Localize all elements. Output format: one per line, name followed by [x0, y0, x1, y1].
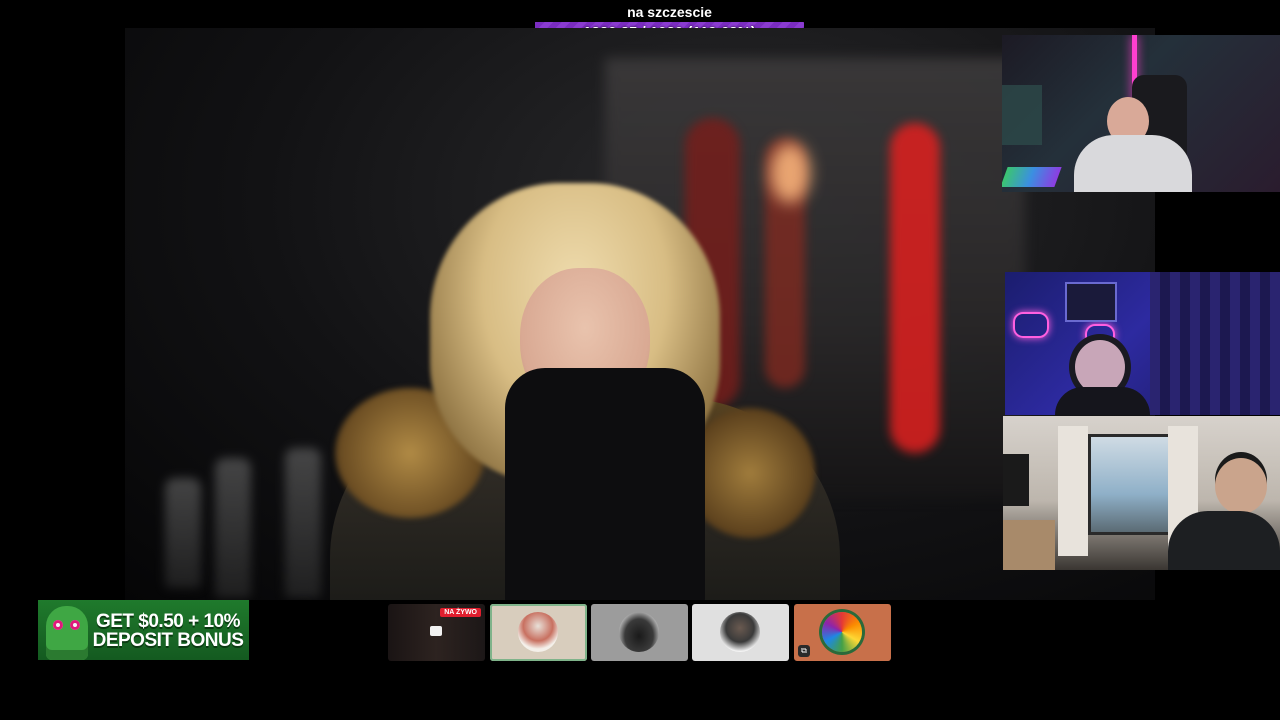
curtain [1150, 272, 1280, 415]
monitor [1002, 85, 1042, 145]
streamer-body [1074, 135, 1192, 192]
mascot-logo [46, 606, 88, 660]
background-bottle [165, 478, 201, 588]
avatar [518, 612, 558, 652]
poster [1065, 282, 1117, 322]
desk [1003, 520, 1055, 570]
background-lamp [770, 143, 810, 203]
curtain [1058, 426, 1088, 556]
webcam-streamer-2 [1005, 272, 1280, 415]
rgb-keyboard [1002, 167, 1062, 187]
thumbnail-person[interactable] [692, 604, 789, 661]
thumbnail-selected[interactable] [490, 604, 587, 661]
streamer-body [1168, 511, 1280, 570]
deposit-bonus-banner[interactable]: GET $0.50 + 10% DEPOSIT BONUS [38, 600, 249, 660]
streamer-head [1075, 340, 1125, 394]
streamer-head [1215, 458, 1267, 514]
avatar [822, 612, 862, 652]
background-red-light [890, 123, 940, 453]
banner-headline: GET $0.50 + 10% [95, 611, 241, 632]
chat-icon [430, 626, 442, 636]
banner-subline: DEPOSIT BONUS [92, 630, 244, 651]
thumbnail-rainbow[interactable]: ⧉ [794, 604, 891, 661]
streamer-body [1055, 387, 1150, 415]
avatar [720, 612, 760, 652]
mascot-eye [53, 620, 63, 630]
neon-sign [1013, 312, 1049, 338]
background-bottle [215, 458, 251, 598]
webcam-streamer-3 [1003, 416, 1280, 570]
live-badge: NA ŻYWO [440, 608, 481, 617]
mascot-eye [70, 620, 80, 630]
webcam-streamer-1 [1002, 35, 1280, 192]
avatar [619, 612, 659, 652]
thumbnail-car[interactable] [591, 604, 688, 661]
picture-in-picture-icon: ⧉ [798, 645, 810, 657]
thumbnail-live-stream[interactable]: NA ŻYWO [388, 604, 485, 661]
background-bottle [285, 448, 321, 598]
person-scarf [505, 368, 705, 600]
tv-screen [1003, 454, 1029, 506]
window-view [1088, 434, 1174, 535]
goal-title: na szczescie [627, 4, 712, 20]
main-video-player[interactable] [125, 28, 1155, 600]
